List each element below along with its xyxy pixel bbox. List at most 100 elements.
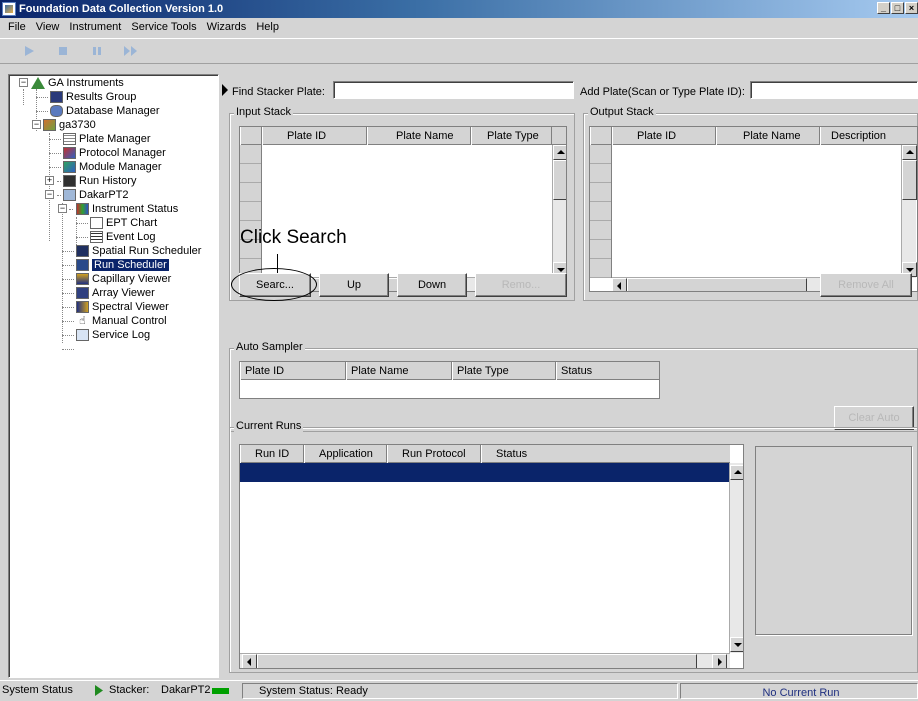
computer-icon <box>63 189 76 201</box>
column-plate-name[interactable]: Plate Name <box>346 362 452 380</box>
scroll-up-button[interactable] <box>730 465 743 480</box>
play-icon[interactable] <box>20 44 38 58</box>
column-status[interactable]: Status <box>481 445 730 463</box>
selected-run-row[interactable] <box>240 463 729 482</box>
expand-toggle[interactable]: + <box>45 176 54 185</box>
current-run-cell: No Current Run <box>680 683 918 699</box>
results-group-icon <box>50 91 63 103</box>
input-vertical-scrollbar[interactable] <box>552 145 566 278</box>
column-plate-type[interactable]: Plate Type <box>452 362 556 380</box>
column-run-id[interactable]: Run ID <box>240 445 304 463</box>
menu-view[interactable]: View <box>32 21 66 33</box>
tree-item-run-history[interactable]: Run History <box>63 174 136 188</box>
scroll-thumb[interactable] <box>627 278 807 291</box>
current-run-text: No Current Run <box>762 687 840 699</box>
navigation-tree[interactable]: − − + − − GA Instruments Results Group D… <box>8 74 219 678</box>
tree-item-array-viewer[interactable]: Array Viewer <box>76 286 155 300</box>
protocol-icon <box>63 147 76 159</box>
auto-sampler-table[interactable]: Plate ID Plate Name Plate Type Status <box>239 361 660 399</box>
column-plate-name[interactable]: Plate Name <box>367 127 471 145</box>
menu-wizards[interactable]: Wizards <box>203 21 253 33</box>
row-headers <box>590 145 612 278</box>
status-message-text: System Status: Ready <box>259 685 368 697</box>
tree-item-manual-control[interactable]: ☝ Manual Control <box>76 314 166 328</box>
tree-item-ept-chart[interactable]: EPT Chart <box>90 216 157 230</box>
plate-icon <box>63 133 76 145</box>
column-description[interactable]: Description <box>820 127 917 145</box>
status-message: System Status: Ready <box>242 683 678 699</box>
menu-service-tools[interactable]: Service Tools <box>127 21 202 33</box>
column-application[interactable]: Application <box>304 445 387 463</box>
scroll-left-button[interactable] <box>612 278 627 291</box>
tree-item-spectral-viewer[interactable]: Spectral Viewer <box>76 300 169 314</box>
tree-item-event-log[interactable]: Event Log <box>90 230 156 244</box>
remove-all-button[interactable]: Remove All <box>820 273 912 297</box>
stop-icon[interactable] <box>54 44 72 58</box>
tree-item-capillary-viewer[interactable]: Capillary Viewer <box>76 272 171 286</box>
column-plate-id[interactable]: Plate ID <box>240 362 346 380</box>
runs-horizontal-scrollbar[interactable] <box>240 653 730 668</box>
collapse-toggle[interactable]: − <box>58 204 67 213</box>
remove-button[interactable]: Remo... <box>475 273 567 297</box>
up-button[interactable]: Up <box>319 273 389 297</box>
find-stacker-input[interactable] <box>333 81 574 99</box>
auto-sampler-header: Plate ID Plate Name Plate Type Status <box>240 362 659 380</box>
tree-item-results-group[interactable]: Results Group <box>50 90 136 104</box>
output-stack-table[interactable]: Plate ID Plate Name Description <box>589 126 918 292</box>
scroll-thumb[interactable] <box>553 160 566 200</box>
window-title-bar[interactable]: Foundation Data Collection Version 1.0 _… <box>0 0 918 18</box>
minimize-button[interactable]: _ <box>877 2 890 14</box>
collapse-toggle[interactable]: − <box>19 78 28 87</box>
status-icon <box>76 203 89 215</box>
column-status[interactable]: Status <box>556 362 659 380</box>
column-plate-type[interactable]: Plate Type <box>471 127 552 145</box>
runs-vertical-scrollbar[interactable] <box>729 463 743 653</box>
tree-item-spatial-run-scheduler[interactable]: Spatial Run Scheduler <box>76 244 201 258</box>
tree-item-run-scheduler[interactable]: Run Scheduler <box>76 258 169 272</box>
scroll-left-button[interactable] <box>242 654 257 668</box>
column-plate-name[interactable]: Plate Name <box>716 127 820 145</box>
collapse-toggle[interactable]: − <box>32 120 41 129</box>
output-stack-title: Output Stack <box>588 106 656 118</box>
maximize-button[interactable]: □ <box>891 2 904 14</box>
skip-icon[interactable] <box>122 44 140 58</box>
tree-item-dakarpt2[interactable]: DakarPT2 <box>63 188 129 202</box>
tree-item-database-manager[interactable]: Database Manager <box>50 104 160 118</box>
close-button[interactable]: × <box>905 2 918 14</box>
menu-file[interactable]: File <box>4 21 32 33</box>
stacker-label: Stacker: <box>109 684 150 696</box>
current-runs-table[interactable]: Run ID Application Run Protocol Status <box>239 444 744 669</box>
tree-item-ga-instruments[interactable]: GA Instruments <box>31 76 124 90</box>
menu-help[interactable]: Help <box>252 21 285 33</box>
instrument-icon <box>31 77 45 89</box>
scroll-up-button[interactable] <box>902 145 917 160</box>
menu-bar: File View Instrument Service Tools Wizar… <box>0 18 918 36</box>
scroll-right-button[interactable] <box>712 654 727 668</box>
spatial-icon <box>76 245 89 257</box>
scroll-thumb[interactable] <box>902 160 917 200</box>
tree-item-protocol-manager[interactable]: Protocol Manager <box>63 146 166 160</box>
run-preview-panel <box>755 446 912 635</box>
stacker-ok-indicator <box>212 688 229 694</box>
scroll-thumb[interactable] <box>257 654 697 668</box>
down-button[interactable]: Down <box>397 273 467 297</box>
input-stack-header: Plate ID Plate Name Plate Type <box>240 127 566 145</box>
tree-item-service-log[interactable]: Service Log <box>76 328 150 342</box>
splitter-collapse-arrow[interactable] <box>222 84 228 96</box>
column-plate-id[interactable]: Plate ID <box>262 127 367 145</box>
tree-item-ga3730[interactable]: ga3730 <box>43 118 96 132</box>
add-plate-input[interactable] <box>750 81 918 99</box>
menu-instrument[interactable]: Instrument <box>65 21 127 33</box>
scroll-up-button[interactable] <box>553 145 566 160</box>
current-runs-title: Current Runs <box>234 420 304 432</box>
tree-item-plate-manager[interactable]: Plate Manager <box>63 132 151 146</box>
column-plate-id[interactable]: Plate ID <box>612 127 716 145</box>
pause-icon[interactable] <box>88 44 106 58</box>
tree-item-module-manager[interactable]: Module Manager <box>63 160 162 174</box>
scroll-down-button[interactable] <box>730 637 743 652</box>
tree-item-instrument-status[interactable]: Instrument Status <box>76 202 178 216</box>
column-run-protocol[interactable]: Run Protocol <box>387 445 481 463</box>
output-vertical-scrollbar[interactable] <box>901 145 917 278</box>
input-stack-table[interactable]: Plate ID Plate Name Plate Type <box>239 126 567 292</box>
collapse-toggle[interactable]: − <box>45 190 54 199</box>
